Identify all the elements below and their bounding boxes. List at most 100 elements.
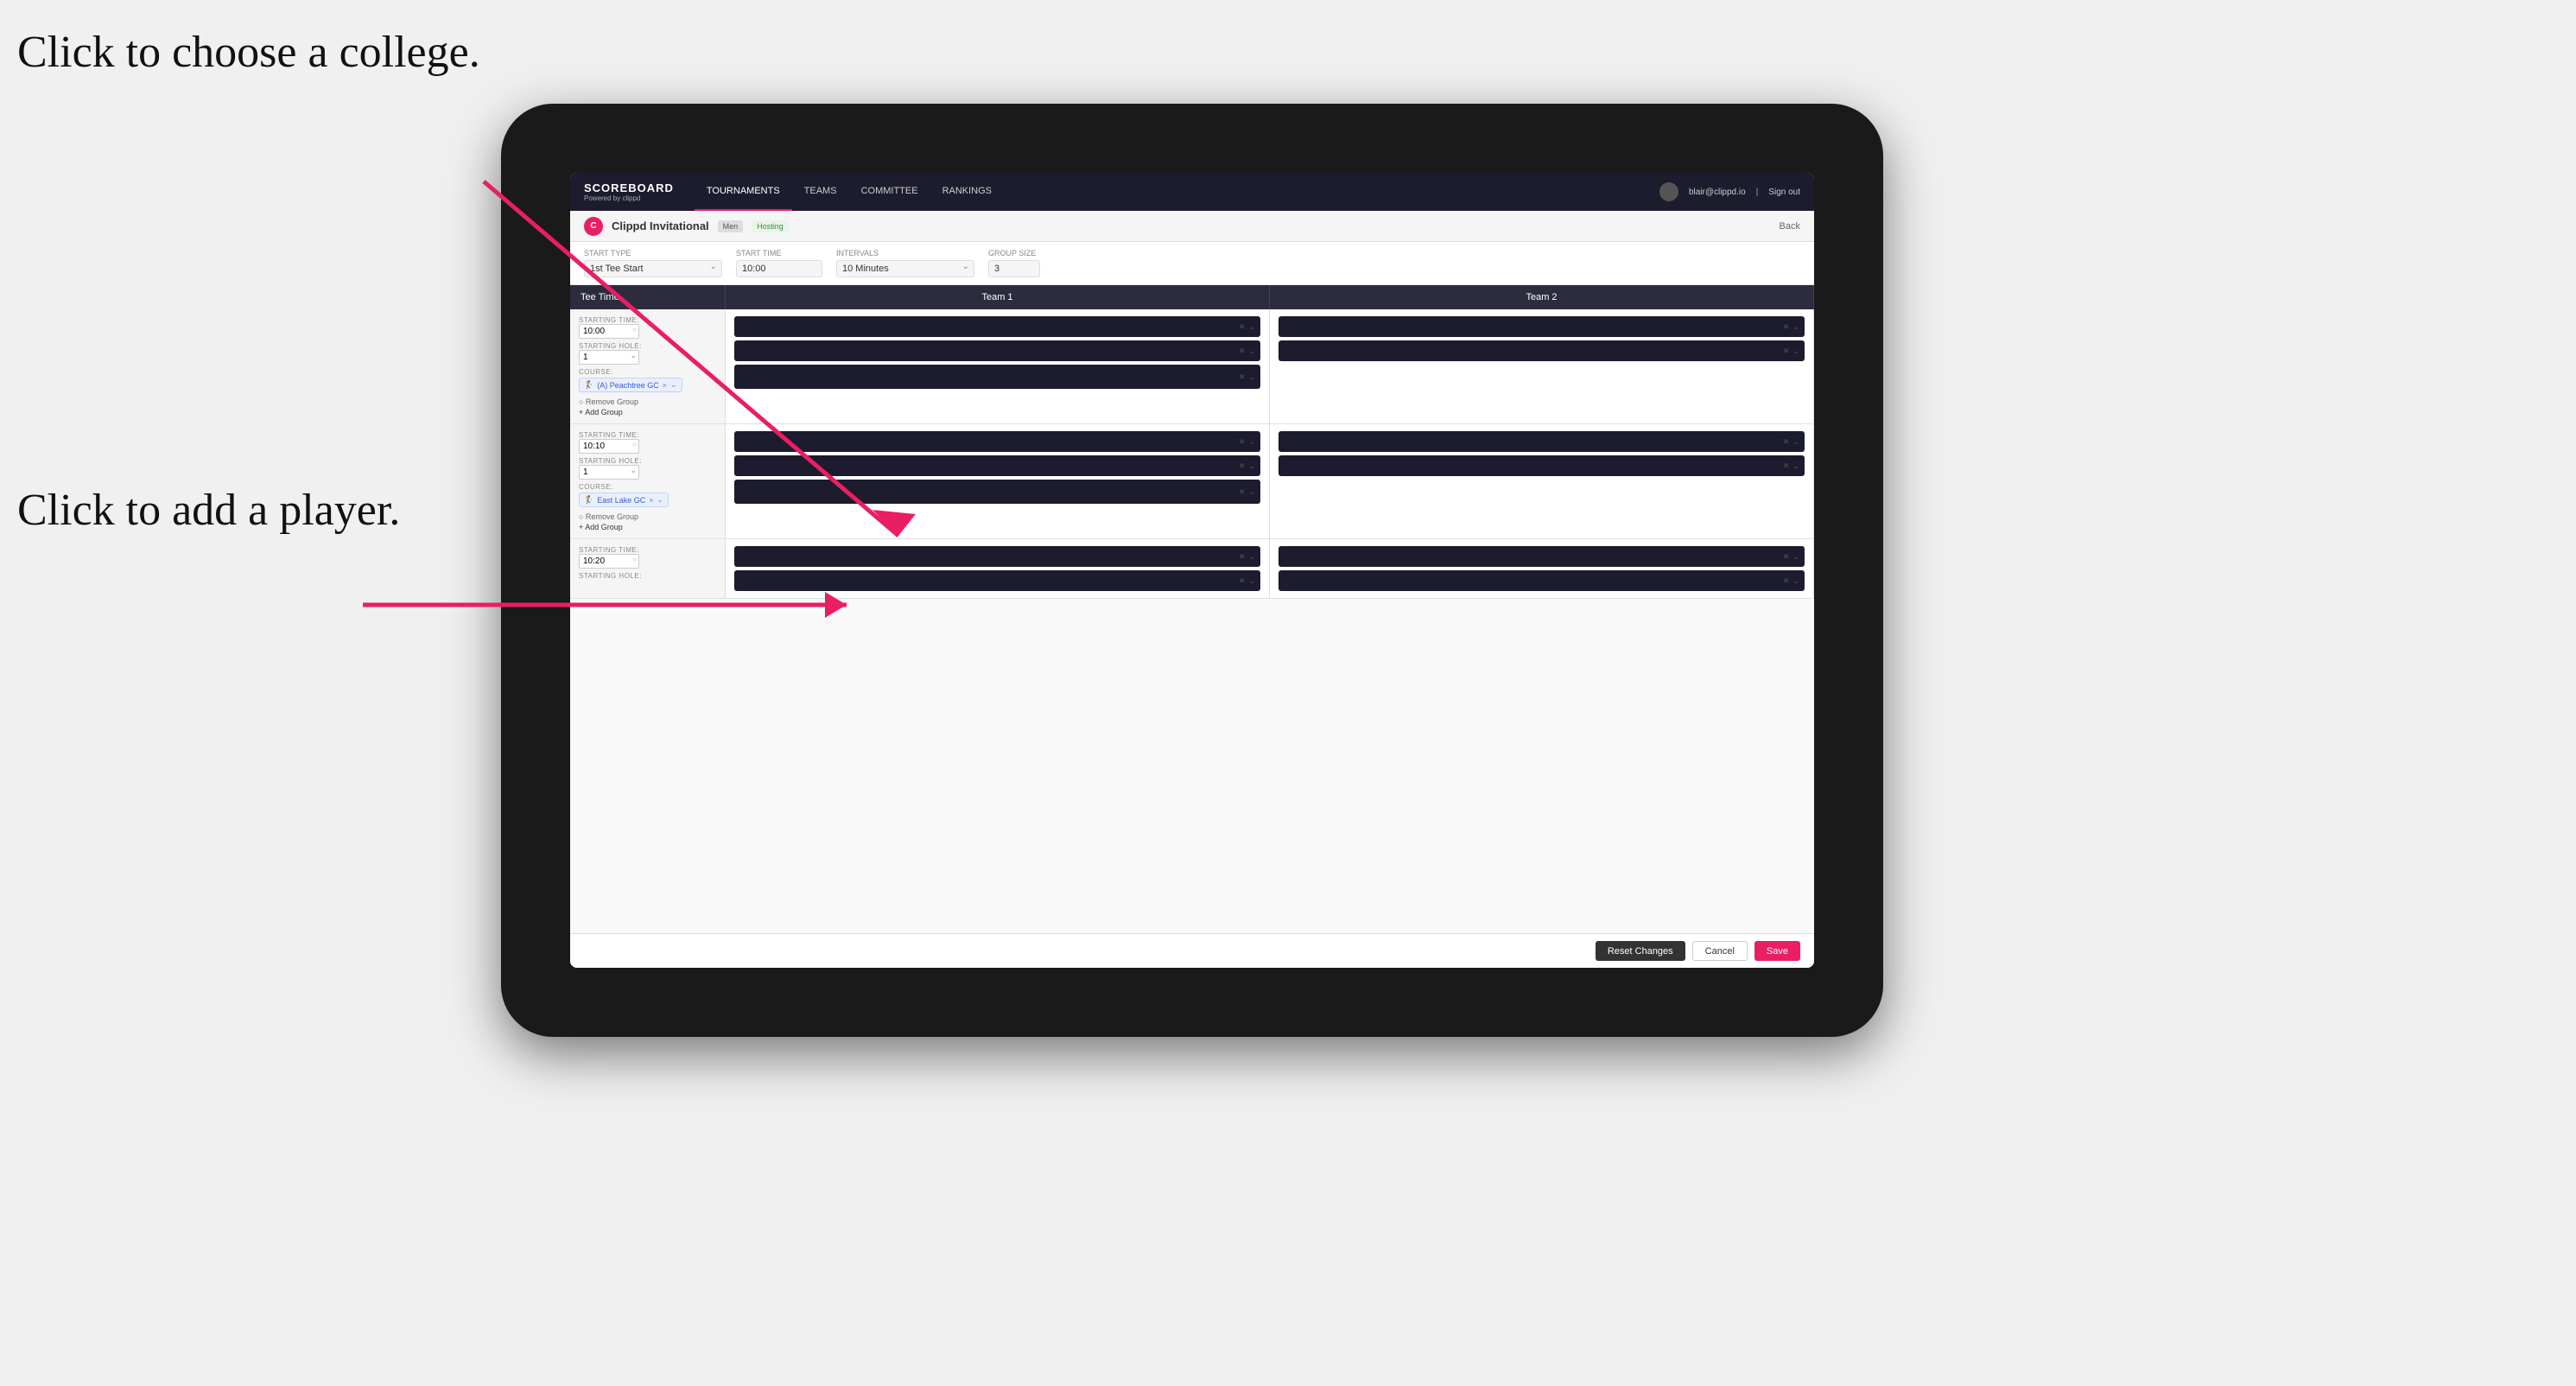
intervals-select[interactable]: 10 Minutes 8 Minutes 12 Minutes: [836, 260, 974, 277]
player-arrow-icon[interactable]: ⌄: [1248, 576, 1255, 586]
sign-out-link[interactable]: Sign out: [1768, 188, 1800, 197]
nav-tab-tournaments[interactable]: TOURNAMENTS: [695, 173, 792, 211]
course-arrow-icon[interactable]: ⌄: [1248, 372, 1255, 382]
user-email: blair@clippd.io: [1689, 188, 1746, 197]
user-avatar: [1659, 182, 1678, 201]
team1-cell-3: ✕ ⌄ ✕ ⌄: [726, 539, 1270, 598]
player-x-icon[interactable]: ✕: [1783, 461, 1790, 471]
start-type-label: Start Type: [584, 249, 722, 257]
player-arrow-icon[interactable]: ⌄: [1248, 461, 1255, 471]
starting-time-input-3[interactable]: [579, 554, 639, 569]
starting-time-row-1: [579, 324, 716, 339]
sub-header: C Clippd Invitational Men Hosting Back: [570, 211, 1814, 242]
player-slot-3-2[interactable]: ✕ ⌄: [734, 455, 1260, 476]
remove-group-link-1[interactable]: ○ Remove Group: [579, 397, 716, 406]
group-left-2: STARTING TIME: STARTING HOLE: 1210: [570, 424, 726, 538]
starting-time-label-3: STARTING TIME:: [579, 546, 716, 554]
player-x-icon[interactable]: ✕: [1239, 552, 1246, 562]
course-slot-1-1[interactable]: ✕ ⌄: [734, 365, 1260, 389]
player-slot-4-2[interactable]: ✕ ⌄: [1278, 455, 1805, 476]
player-x-icon[interactable]: ✕: [1783, 322, 1790, 332]
starting-time-wrap-1: [579, 324, 639, 339]
player-slot-1-2[interactable]: ✕ ⌄: [734, 340, 1260, 361]
player-x-icon[interactable]: ✕: [1783, 576, 1790, 586]
player-x-icon[interactable]: ✕: [1783, 552, 1790, 562]
starting-time-wrap-3: [579, 554, 639, 569]
player-x-icon[interactable]: ✕: [1239, 346, 1246, 356]
starting-time-row-3: [579, 554, 716, 569]
player-slot-3-1[interactable]: ✕ ⌄: [734, 431, 1260, 452]
starting-hole-wrap-2: 1210: [579, 465, 639, 480]
player-arrow-icon[interactable]: ⌄: [1248, 437, 1255, 447]
start-type-select-wrap: 1st Tee Start Shotgun Start: [584, 260, 722, 277]
logo-title: SCOREBOARD: [584, 181, 674, 194]
course-tag-1[interactable]: 🏌 (A) Peachtree GC × ⌄: [579, 378, 682, 392]
team1-cell-1: ✕ ⌄ ✕ ⌄ ✕ ⌄: [726, 309, 1270, 423]
tournament-logo: C: [584, 217, 603, 236]
starting-time-input-2[interactable]: [579, 439, 639, 454]
course-x-icon[interactable]: ✕: [1239, 487, 1246, 497]
starting-hole-select-1[interactable]: 1210: [579, 350, 639, 365]
reset-changes-button[interactable]: Reset Changes: [1596, 941, 1685, 961]
starting-time-wrap-2: [579, 439, 639, 454]
player-x-icon[interactable]: ✕: [1239, 322, 1246, 332]
save-button[interactable]: Save: [1754, 941, 1800, 961]
player-x-icon[interactable]: ✕: [1783, 437, 1790, 447]
player-slot-1-1[interactable]: ✕ ⌄: [734, 316, 1260, 337]
player-arrow-icon[interactable]: ⌄: [1792, 346, 1799, 356]
player-slot-5-1[interactable]: ✕ ⌄: [734, 546, 1260, 567]
annotation-choose-college: Click to choose a college.: [17, 26, 480, 79]
cancel-button[interactable]: Cancel: [1692, 941, 1748, 961]
player-arrow-icon[interactable]: ⌄: [1792, 437, 1799, 447]
start-type-select[interactable]: 1st Tee Start Shotgun Start: [584, 260, 722, 277]
player-arrow-icon[interactable]: ⌄: [1792, 461, 1799, 471]
course-slot-2-1[interactable]: ✕ ⌄: [734, 480, 1260, 504]
player-slot-2-1[interactable]: ✕ ⌄: [1278, 316, 1805, 337]
course-tag-remove-1[interactable]: ×: [663, 381, 667, 390]
course-label-2: COURSE:: [579, 483, 716, 491]
player-arrow-icon[interactable]: ⌄: [1792, 322, 1799, 332]
player-slot-6-2[interactable]: ✕ ⌄: [1278, 570, 1805, 591]
remove-group-link-2[interactable]: ○ Remove Group: [579, 512, 716, 521]
course-arrow-icon[interactable]: ⌄: [1248, 487, 1255, 497]
hosting-badge: Hosting: [752, 220, 789, 232]
player-slot-5-2[interactable]: ✕ ⌄: [734, 570, 1260, 591]
player-x-icon[interactable]: ✕: [1239, 576, 1246, 586]
starting-time-label-1: STARTING TIME:: [579, 316, 716, 324]
starting-time-input-1[interactable]: [579, 324, 639, 339]
player-x-icon[interactable]: ✕: [1239, 437, 1246, 447]
course-x-icon[interactable]: ✕: [1239, 372, 1246, 382]
player-arrow-icon[interactable]: ⌄: [1792, 552, 1799, 562]
course-tag-icon2: 🏌: [584, 495, 593, 505]
group-left-3: STARTING TIME: STARTING HOLE:: [570, 539, 726, 598]
player-arrow-icon[interactable]: ⌄: [1248, 346, 1255, 356]
nav-tab-rankings[interactable]: RANKINGS: [930, 173, 1004, 211]
starting-hole-select-2[interactable]: 1210: [579, 465, 639, 480]
player-x-icon[interactable]: ✕: [1239, 461, 1246, 471]
course-tag-icon: 🏌: [584, 380, 593, 390]
course-tag-2[interactable]: 🏌 East Lake GC × ⌄: [579, 493, 669, 507]
start-time-input[interactable]: [736, 260, 822, 277]
player-slot-2-2[interactable]: ✕ ⌄: [1278, 340, 1805, 361]
course-tag-edit-1[interactable]: ⌄: [670, 380, 677, 390]
group-size-input[interactable]: [988, 260, 1040, 277]
course-tag-edit-2[interactable]: ⌄: [657, 495, 664, 505]
annotation-add-player: Click to add a player.: [17, 484, 400, 537]
player-arrow-icon[interactable]: ⌄: [1248, 552, 1255, 562]
col-tee-time: Tee Time: [570, 285, 726, 309]
nav-tabs: TOURNAMENTS TEAMS COMMITTEE RANKINGS: [695, 173, 1004, 211]
nav-tab-teams[interactable]: TEAMS: [792, 173, 849, 211]
course-tag-remove-2[interactable]: ×: [649, 496, 653, 505]
back-button[interactable]: Back: [1780, 221, 1800, 232]
player-slot-6-1[interactable]: ✕ ⌄: [1278, 546, 1805, 567]
player-slot-4-1[interactable]: ✕ ⌄: [1278, 431, 1805, 452]
main-content: Tee Time Team 1 Team 2 STARTING TIME:: [570, 285, 1814, 968]
col-team1: Team 1: [726, 285, 1270, 309]
nav-tab-committee[interactable]: COMMITTEE: [849, 173, 930, 211]
intervals-select-wrap: 10 Minutes 8 Minutes 12 Minutes: [836, 260, 974, 277]
add-group-link-1[interactable]: + Add Group: [579, 408, 716, 416]
player-arrow-icon[interactable]: ⌄: [1792, 576, 1799, 586]
add-group-link-2[interactable]: + Add Group: [579, 523, 716, 531]
player-arrow-icon[interactable]: ⌄: [1248, 322, 1255, 332]
player-x-icon[interactable]: ✕: [1783, 346, 1790, 356]
